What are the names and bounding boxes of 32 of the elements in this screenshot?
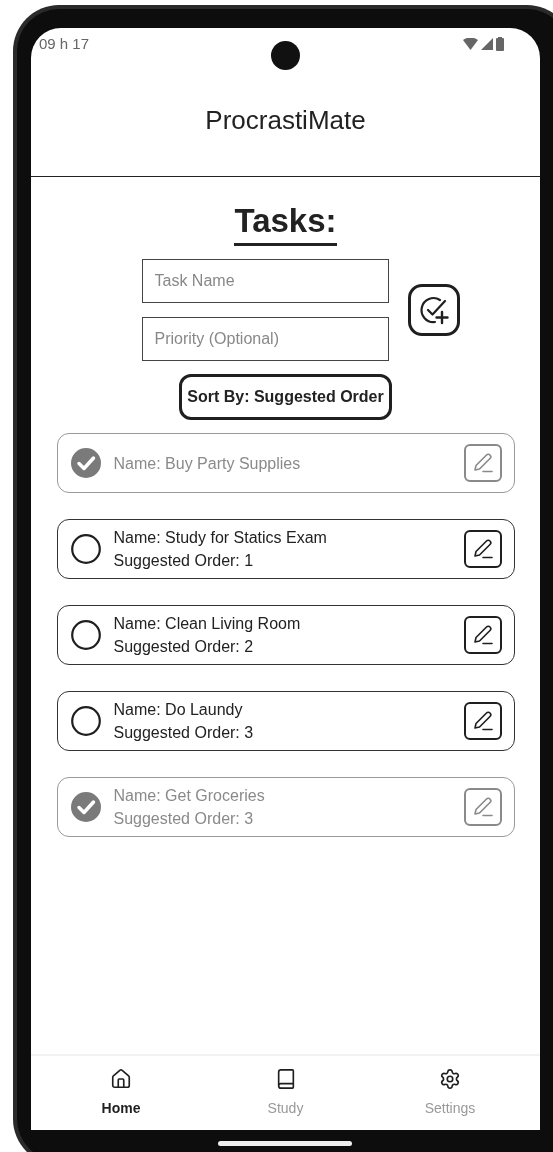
battery-icon [496, 37, 504, 51]
edit-button[interactable] [463, 702, 502, 740]
sort-button[interactable]: Sort By: Suggested Order [179, 374, 392, 420]
signal-icon [481, 38, 493, 50]
empty-circle-icon[interactable] [70, 620, 101, 650]
task-name: Name: Get Groceries [113, 786, 266, 806]
edit-button[interactable] [463, 616, 502, 654]
task-order: Suggested Order: 3 [113, 809, 255, 829]
edit-button[interactable] [463, 530, 502, 568]
task-order: Suggested Order: 2 [113, 637, 255, 657]
task-name: Name: Do Laundy [113, 700, 244, 720]
tasks-heading: Tasks: [234, 201, 337, 246]
settings-icon [439, 1067, 461, 1090]
text-field[interactable]: Task Name [141, 259, 389, 303]
check-plus-icon [417, 294, 450, 326]
empty-circle-icon[interactable] [70, 706, 101, 736]
home-icon [110, 1067, 132, 1090]
task-name: Name: Clean Living Room [113, 614, 302, 634]
text-field[interactable]: Priority (Optional) [141, 317, 389, 361]
wifi-icon [463, 38, 478, 50]
checked-circle-icon[interactable] [70, 792, 101, 822]
task-name: Name: Study for Statics Exam [113, 528, 328, 548]
camera-hole [271, 41, 300, 70]
task-name: Name: Buy Party Supplies [113, 453, 302, 474]
add-task-button[interactable] [407, 284, 460, 336]
app-title: ProcrastiMate [205, 103, 366, 137]
checked-circle-icon[interactable] [70, 448, 101, 478]
task-order: Suggested Order: 1 [113, 551, 255, 571]
empty-circle-icon[interactable] [70, 534, 101, 564]
status-time: 09 h 17 [39, 33, 90, 54]
nav-tab[interactable]: Home [61, 1067, 181, 1119]
task-order: Suggested Order: 3 [113, 723, 255, 743]
